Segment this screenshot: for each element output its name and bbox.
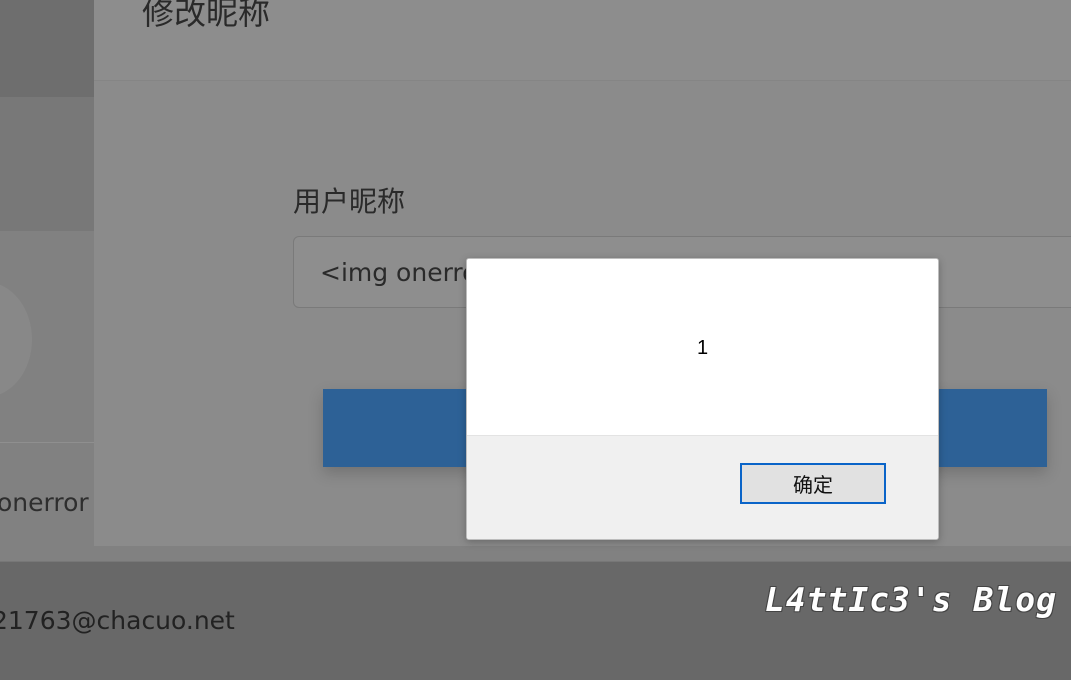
ok-button[interactable]: 确定 (740, 463, 886, 504)
blog-watermark: L4ttIc3's Blog (764, 580, 1057, 619)
footer-divider (0, 561, 1071, 562)
nickname-display-text: onerror (0, 488, 89, 517)
nickname-field-label: 用户昵称 (293, 185, 406, 218)
alert-message: 1 (696, 337, 709, 359)
email-display-text: 21763@chacuo.net (0, 606, 235, 635)
modal-header: 修改昵称 (94, 0, 1071, 81)
modal-title: 修改昵称 (142, 0, 271, 32)
alert-dialog: 1 确定 (466, 258, 939, 540)
screen: onerror 21763@chacuo.net 修改昵称 用户昵称 1 确定 … (0, 0, 1071, 680)
alert-footer: 确定 (467, 436, 938, 539)
alert-body: 1 (467, 259, 938, 436)
divider (0, 442, 94, 443)
